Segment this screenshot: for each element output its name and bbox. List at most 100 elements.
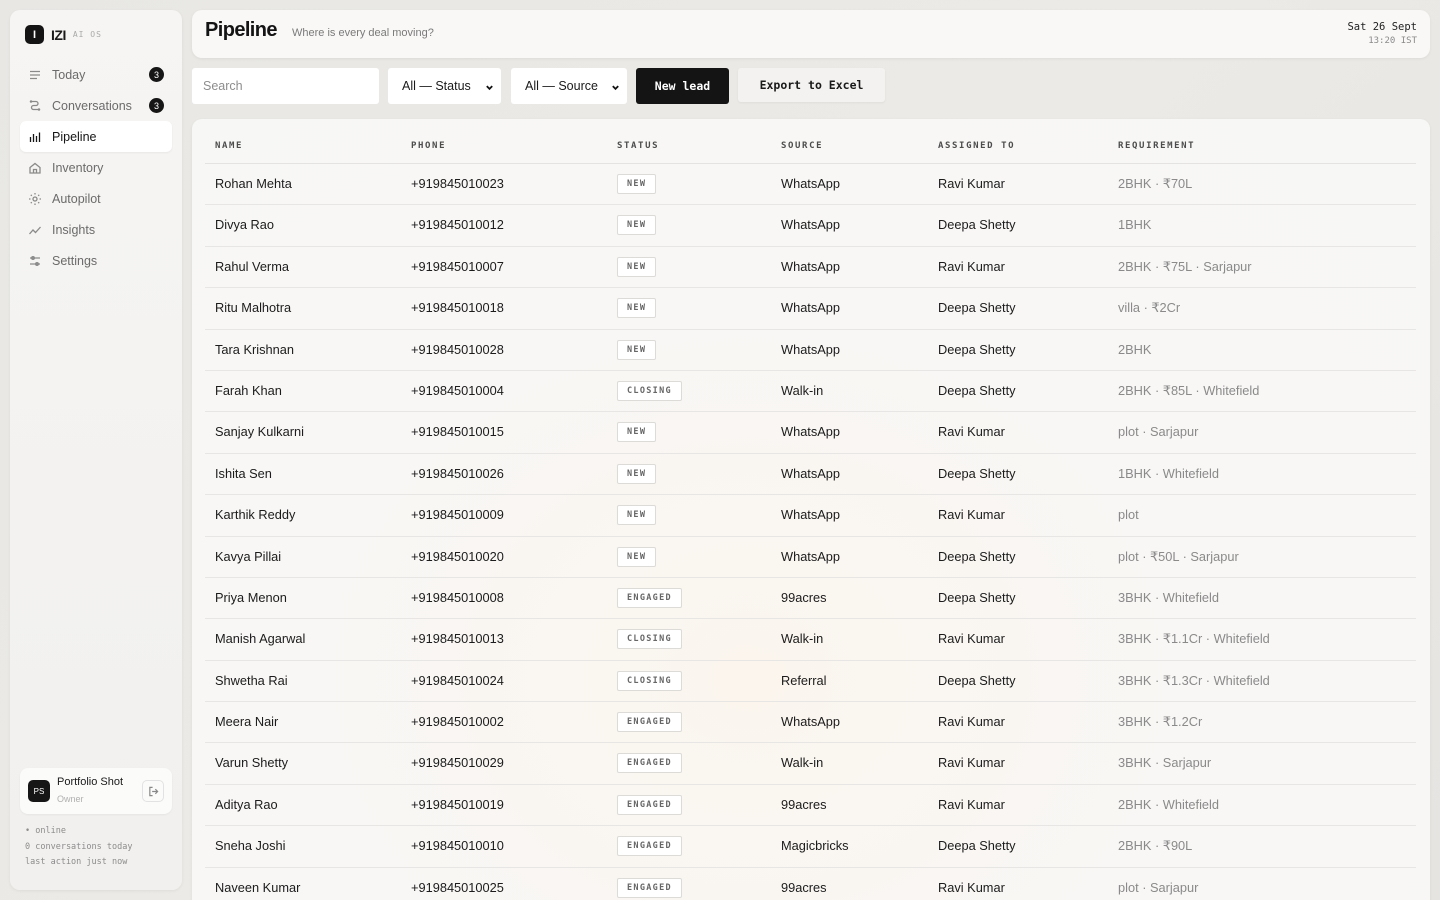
source-filter-select[interactable]: All — Source [511,68,627,104]
table-row[interactable]: Ishita Sen +919845010026 NEW WhatsApp Deepa … [205,454,1416,496]
lead-phone: +919845010020 [411,548,504,564]
table-row[interactable]: Aditya Rao +919845010019 ENGAGED 99acres Rav… [205,785,1416,827]
lead-requirement: 3BHK · Sarjapur [1118,755,1212,771]
table-row[interactable]: Kavya Pillai +919845010020 NEW WhatsApp Deep… [205,537,1416,578]
sliders-icon [28,254,42,268]
sidebar-item-insights[interactable]: Insights [20,214,172,245]
sidebar-item-label: Autopilot [52,191,101,206]
lead-phone: +919845010007 [411,258,504,274]
lead-assignee: Deepa Shetty [938,838,1016,854]
logout-button[interactable] [142,780,164,802]
count-badge: 3 [149,67,164,82]
date-text: Sat 26 Sept [1347,21,1417,33]
lead-phone: +919845010009 [411,507,504,523]
table-row[interactable]: Rohan Mehta +919845010023 NEW WhatsApp Ravi … [205,164,1416,206]
status-badge: NEW [617,298,657,319]
sidebar-item-inventory[interactable]: Inventory [20,152,172,183]
brand-name: IZI [51,26,66,43]
lead-source: WhatsApp [781,465,841,481]
table-row[interactable]: Varun Shetty +919845010029 ENGAGED Walk-in R… [205,743,1416,785]
sidebar-item-label: Today [52,67,86,82]
search-input[interactable] [192,68,379,104]
lead-requirement: 3BHK · Whitefield [1118,589,1219,605]
table-row[interactable]: Rahul Verma +919845010007 NEW WhatsApp Ravi … [205,247,1416,289]
system-status: • online 0 conversations today last acti… [25,824,132,871]
page-subtitle: Where is every deal moving? [292,27,434,39]
sidebar-item-autopilot[interactable]: Autopilot [20,183,172,214]
sidebar-item-label: Settings [52,253,98,268]
status-badge: ENGAGED [617,587,682,608]
sidebar-item-today[interactable]: Today 3 [20,59,172,90]
lead-source: Walk-in [781,631,824,647]
lead-requirement: villa · ₹2Cr [1118,300,1181,316]
column-header[interactable]: PHONE [411,141,446,151]
new-lead-button[interactable]: New lead [636,68,729,104]
lead-assignee: Deepa Shetty [938,548,1016,564]
export-excel-button[interactable]: Export to Excel [738,68,885,102]
status-badge: ENGAGED [617,794,682,815]
status-badge: ENGAGED [617,753,682,774]
lead-phone: +919845010025 [411,879,504,895]
lead-assignee: Deepa Shetty [938,589,1016,605]
lead-name: Shwetha Rai [215,672,288,688]
lead-phone: +919845010013 [411,631,504,647]
table-row[interactable]: Ritu Malhotra +919845010018 NEW WhatsApp Dee… [205,288,1416,330]
status-filter-select[interactable]: All — Status [388,68,501,104]
sidebar: I IZI AI OS Today 3 Conversations 3 Pipeline… [10,10,182,890]
table-row[interactable]: Priya Menon +919845010008 ENGAGED 99acres De… [205,578,1416,620]
lead-name: Kavya Pillai [215,548,282,564]
sidebar-item-settings[interactable]: Settings [20,245,172,276]
lead-source: Referral [781,672,827,688]
column-header[interactable]: SOURCE [781,141,823,151]
lead-source: WhatsApp [781,217,841,233]
status-badge: NEW [617,546,657,567]
trend-icon [28,223,42,237]
brand[interactable]: I IZI AI OS [25,25,102,44]
table-row[interactable]: Sanjay Kulkarni +919845010015 NEW WhatsApp R… [205,412,1416,454]
lead-requirement: 2BHK · Whitefield [1118,796,1219,812]
lead-phone: +919845010023 [411,176,504,191]
lead-source: 99acres [781,879,827,895]
lead-source: Magicbricks [781,838,849,854]
lead-assignee: Ravi Kumar [938,424,1005,440]
last-action: last action just now [25,857,128,867]
lead-assignee: Deepa Shetty [938,672,1016,688]
sidebar-item-conversations[interactable]: Conversations 3 [20,90,172,121]
date-display: Sat 26 Sept 13:20 IST [1347,21,1417,46]
table-row[interactable]: Farah Khan +919845010004 CLOSING Walk-in Dee… [205,371,1416,413]
brand-subtitle: AI OS [72,30,102,39]
lead-name: Varun Shetty [215,755,289,771]
lead-requirement: 2BHK · ₹85L · Whitefield [1118,382,1260,398]
column-header[interactable]: REQUIREMENT [1118,141,1195,151]
table-row[interactable]: Meera Nair +919845010002 ENGAGED WhatsApp Ra… [205,702,1416,744]
lead-phone: +919845010015 [411,424,504,440]
lead-requirement: 1BHK · Whitefield [1118,465,1219,481]
lead-requirement: 1BHK [1118,217,1152,233]
column-header[interactable]: ASSIGNED TO [938,141,1015,151]
list-icon [28,68,42,82]
sidebar-item-label: Inventory [52,160,104,175]
status-filter-value: All — Status [402,79,471,93]
table-row[interactable]: Divya Rao +919845010012 NEW WhatsApp Deepa S… [205,205,1416,247]
lead-source: WhatsApp [781,176,841,191]
table-row[interactable]: Shwetha Rai +919845010024 CLOSING Referral D… [205,661,1416,703]
table-row[interactable]: Tara Krishnan +919845010028 NEW WhatsApp Dee… [205,330,1416,371]
lead-source: Walk-in [781,382,824,398]
table-row[interactable]: Sneha Joshi +919845010010 ENGAGED Magicbric… [205,826,1416,868]
column-header[interactable]: NAME [215,141,243,151]
sidebar-item-pipeline[interactable]: Pipeline [20,121,172,152]
status-badge: CLOSING [617,670,682,691]
count-badge: 3 [149,98,164,113]
lead-phone: +919845010002 [411,714,504,730]
status-badge: NEW [617,174,657,194]
table-row[interactable]: Naveen Kumar +919845010025 ENGAGED 99acres R… [205,868,1416,900]
lead-name: Naveen Kumar [215,879,301,895]
table-row[interactable]: Manish Agarwal +919845010013 CLOSING Walk-i… [205,619,1416,661]
lead-assignee: Ravi Kumar [938,176,1005,191]
column-header[interactable]: STATUS [617,141,659,151]
lead-assignee: Deepa Shetty [938,217,1016,233]
lead-requirement: 3BHK · ₹1.2Cr [1118,714,1203,730]
table-row[interactable]: Karthik Reddy +919845010009 NEW WhatsApp Rav… [205,495,1416,537]
status-badge: ENGAGED [617,712,682,733]
status-badge: NEW [617,422,657,443]
